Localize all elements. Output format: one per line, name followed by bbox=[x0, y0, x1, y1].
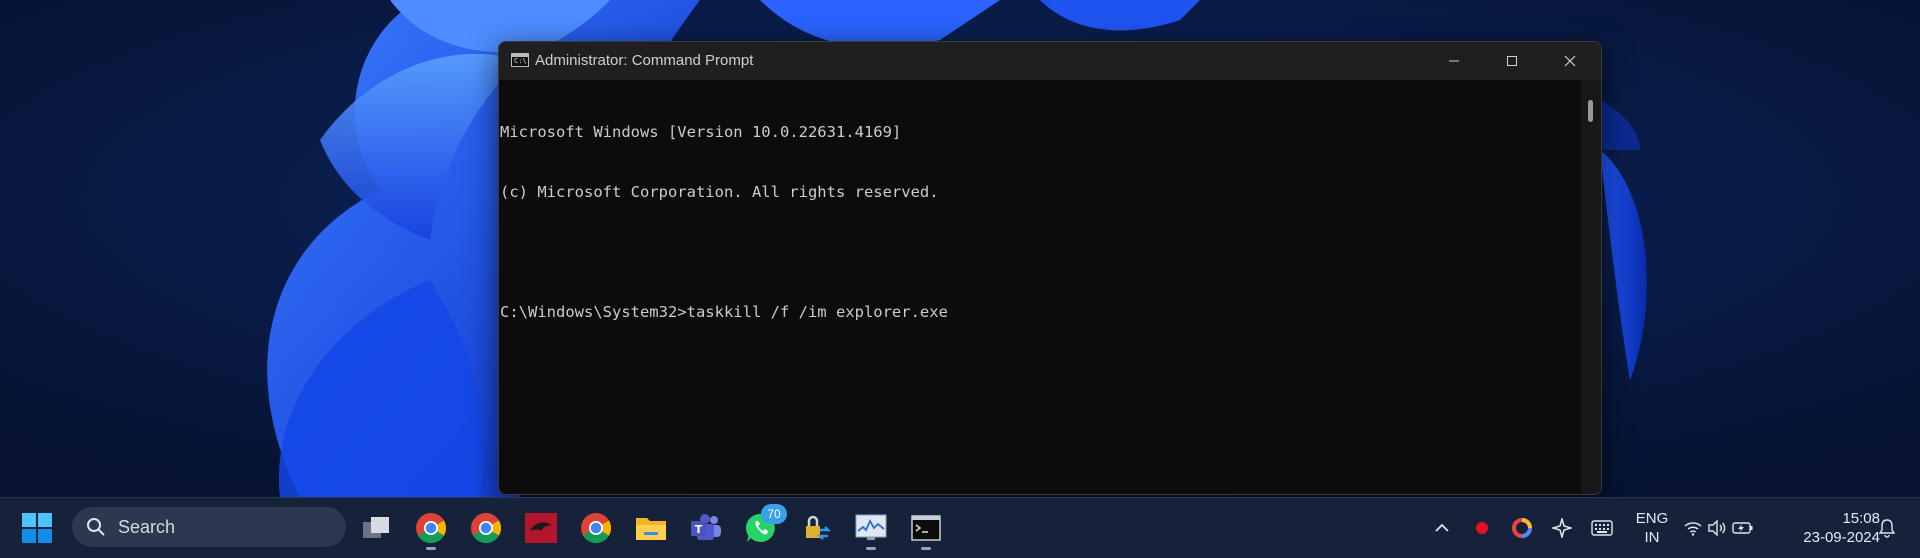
bell-icon bbox=[1878, 519, 1896, 538]
command-prompt-icon: C:\ bbox=[511, 53, 529, 67]
taskbar-resource-monitor[interactable] bbox=[853, 510, 889, 550]
chrome-icon bbox=[416, 513, 447, 544]
running-indicator bbox=[866, 547, 876, 550]
chrome-icon bbox=[581, 513, 612, 544]
chevron-up-icon bbox=[1435, 523, 1449, 532]
clock[interactable]: 15:08 23-09-2024 bbox=[1780, 509, 1880, 547]
desktop: C:\ Administrator: Command Prompt Micros… bbox=[0, 0, 1920, 497]
command-prompt-icon bbox=[911, 515, 941, 541]
clock-time: 15:08 bbox=[1842, 510, 1880, 527]
start-button[interactable] bbox=[22, 513, 52, 543]
resource-monitor-icon bbox=[855, 514, 887, 540]
running-indicator bbox=[426, 547, 436, 550]
maximize-button[interactable] bbox=[1483, 42, 1541, 80]
taskbar-file-explorer[interactable] bbox=[633, 510, 669, 546]
language-region: IN bbox=[1644, 529, 1660, 546]
console-line: Microsoft Windows [Version 10.0.22631.41… bbox=[500, 123, 902, 141]
search-box[interactable]: Search bbox=[72, 507, 346, 547]
scroll-thumb[interactable] bbox=[1588, 100, 1593, 122]
console-line: C:\Windows\System32>taskkill /f /im expl… bbox=[500, 303, 948, 321]
kali-icon bbox=[525, 513, 557, 543]
taskbar-lock-transfer[interactable] bbox=[798, 510, 834, 546]
vertical-scrollbar[interactable] bbox=[1581, 80, 1601, 494]
language-code: ENG bbox=[1635, 510, 1669, 527]
title-bar[interactable]: C:\ Administrator: Command Prompt bbox=[499, 42, 1601, 80]
running-indicator bbox=[921, 547, 931, 550]
taskbar-chrome-3[interactable] bbox=[578, 510, 614, 546]
tray-record-indicator[interactable] bbox=[1470, 516, 1494, 540]
volume-icon bbox=[1708, 520, 1726, 536]
taskbar-chrome-1[interactable] bbox=[413, 510, 449, 550]
input-language-indicator[interactable]: ENG IN bbox=[1630, 509, 1674, 547]
command-prompt-window[interactable]: C:\ Administrator: Command Prompt Micros… bbox=[498, 41, 1602, 495]
close-icon bbox=[1564, 55, 1576, 67]
taskbar-kali[interactable] bbox=[523, 510, 559, 546]
notification-badge: 70 bbox=[761, 504, 787, 524]
taskbar-command-prompt[interactable] bbox=[908, 510, 944, 550]
notifications-button[interactable] bbox=[1875, 516, 1899, 540]
taskbar-teams[interactable]: T bbox=[688, 510, 724, 546]
battery-charging-icon bbox=[1732, 522, 1753, 534]
quick-settings-button[interactable] bbox=[1684, 516, 1754, 540]
tray-app-icon[interactable] bbox=[1510, 516, 1534, 540]
lock-transfer-icon bbox=[806, 515, 832, 540]
close-button[interactable] bbox=[1541, 42, 1599, 80]
task-view-icon bbox=[363, 517, 389, 538]
maximize-icon bbox=[1507, 56, 1517, 66]
svg-text:T: T bbox=[695, 523, 703, 536]
teams-icon: T bbox=[691, 514, 721, 540]
record-dot-icon bbox=[1476, 522, 1488, 534]
console-output[interactable]: Microsoft Windows [Version 10.0.22631.41… bbox=[499, 80, 1581, 492]
taskbar-task-view[interactable] bbox=[358, 510, 394, 546]
clock-date: 23-09-2024 bbox=[1803, 529, 1880, 546]
console-line: (c) Microsoft Corporation. All rights re… bbox=[500, 183, 939, 201]
taskbar-whatsapp[interactable]: 70 bbox=[743, 504, 787, 546]
colorful-ring-icon bbox=[1512, 518, 1532, 538]
tray-keyboard[interactable] bbox=[1590, 516, 1614, 540]
wifi-icon bbox=[1684, 522, 1702, 536]
tray-sparkle[interactable] bbox=[1550, 516, 1574, 540]
taskbar: Search T 70 ENG IN 15:08 23-09-2024 bbox=[0, 497, 1920, 558]
show-hidden-icons-button[interactable] bbox=[1430, 516, 1454, 540]
keyboard-icon bbox=[1591, 520, 1613, 536]
file-explorer-icon bbox=[636, 518, 666, 540]
minimize-button[interactable] bbox=[1425, 42, 1483, 80]
window-title: Administrator: Command Prompt bbox=[535, 52, 754, 69]
search-icon bbox=[87, 518, 105, 536]
windows-logo-icon bbox=[22, 513, 52, 543]
taskbar-chrome-2[interactable] bbox=[468, 510, 504, 546]
sparkle-icon bbox=[1552, 518, 1572, 538]
chrome-icon bbox=[471, 513, 502, 544]
search-placeholder: Search bbox=[118, 517, 176, 537]
minimize-icon bbox=[1449, 60, 1459, 62]
